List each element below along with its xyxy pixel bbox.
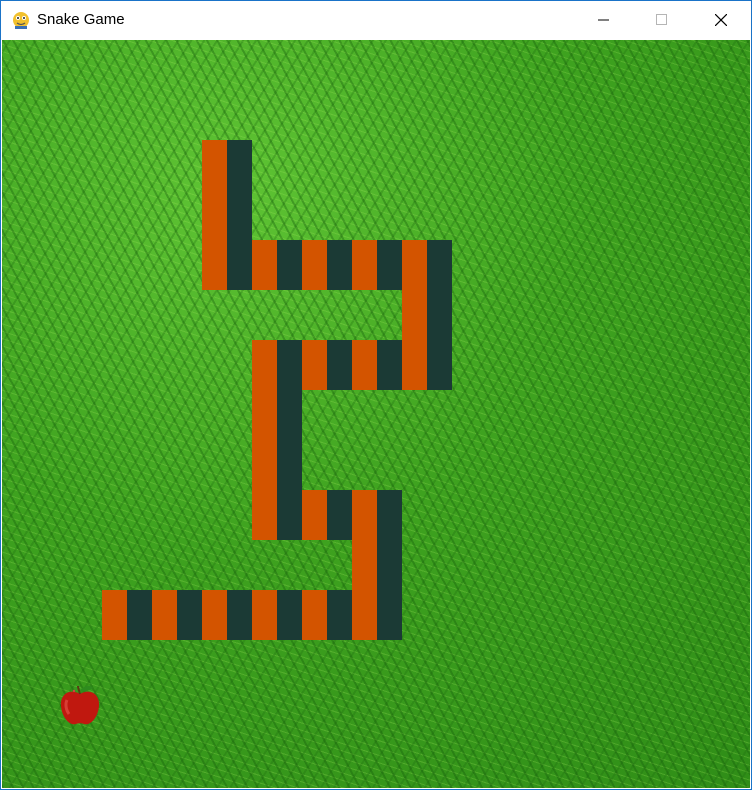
snake-segment [177,590,202,640]
close-icon [715,14,727,26]
snake-segment [202,140,227,190]
snake-segment [302,490,327,540]
snake-segment [227,240,252,290]
snake-segment [402,340,427,390]
snake-segment [352,490,377,540]
snake-segment [377,540,402,590]
window-title: Snake Game [37,11,125,28]
snake-segment [227,140,252,190]
snake-segment [402,290,427,340]
game-window: Snake Game [0,0,752,790]
snake-segment [352,540,377,590]
snake-segment [402,240,427,290]
snake-segment [427,340,452,390]
title-bar[interactable]: Snake Game [1,1,751,39]
minimize-icon [598,19,609,21]
snake-segment [327,240,352,290]
snake-segment [277,590,302,640]
minimize-button[interactable] [581,1,627,39]
snake-segment [427,240,452,290]
snake-segment [252,240,277,290]
snake-segment [202,590,227,640]
snake-segment [202,240,227,290]
apple-icon [60,685,100,725]
snake-segment [427,290,452,340]
snake-segment [352,240,377,290]
snake-segment [377,590,402,640]
snake-segment [152,590,177,640]
snake-segment [252,340,277,390]
snake-segment [277,240,302,290]
snake-segment [252,490,277,540]
snake-segment [277,490,302,540]
snake-segment [277,440,302,490]
snake-segment [302,240,327,290]
snake-segment [227,590,252,640]
snake-segment [127,590,152,640]
snake-segment [227,190,252,240]
close-button[interactable] [698,1,744,39]
snake-segment [252,440,277,490]
snake-segment [377,240,402,290]
snake-segment [102,590,127,640]
snake-segment [352,340,377,390]
snake-segment [352,590,377,640]
pygame-snake-icon [13,12,29,29]
snake-segment [252,390,277,440]
snake-segment [277,340,302,390]
maximize-icon [656,14,667,25]
game-canvas[interactable] [2,40,750,788]
snake-segment [252,590,277,640]
snake-segment [327,490,352,540]
snake-segment [302,590,327,640]
maximize-button[interactable] [639,1,685,39]
snake-segment [277,390,302,440]
snake-segment [327,590,352,640]
snake-segment [202,190,227,240]
snake-segment [377,490,402,540]
snake-segment [377,340,402,390]
snake-segment [327,340,352,390]
snake-segment [302,340,327,390]
